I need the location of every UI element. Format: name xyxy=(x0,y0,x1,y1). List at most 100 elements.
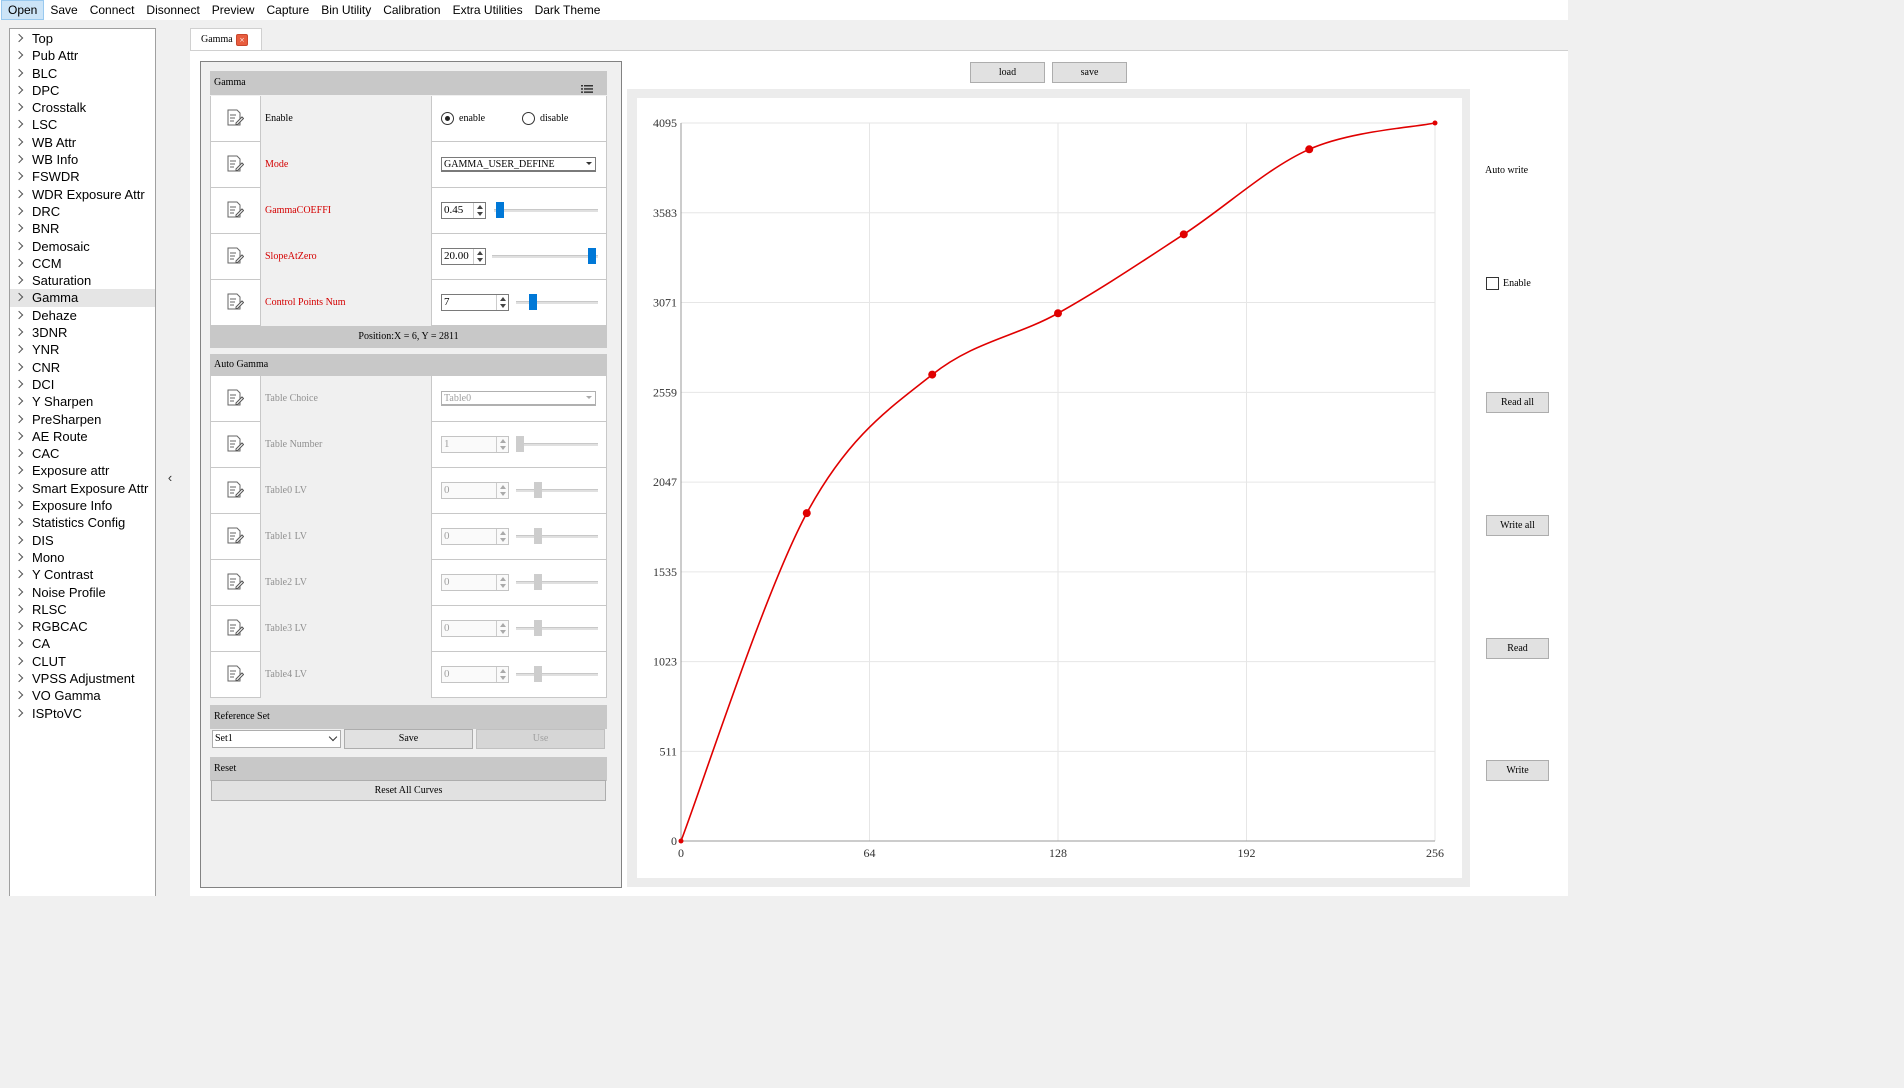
auto-write-enable-checkbox[interactable] xyxy=(1486,277,1499,290)
sidebar-item-rlsc[interactable]: RLSC xyxy=(10,601,155,618)
table-lv-spinbox[interactable]: 0 xyxy=(441,620,509,637)
chevron-right-icon[interactable] xyxy=(14,466,24,475)
table-lv-slider-handle[interactable] xyxy=(534,482,542,498)
menu-item-disonnect[interactable]: Disonnect xyxy=(140,0,205,20)
spin-arrows-icon[interactable] xyxy=(496,575,508,590)
reference-save-button[interactable]: Save xyxy=(344,729,473,749)
menu-item-bin-utility[interactable]: Bin Utility xyxy=(315,0,377,20)
control-point[interactable] xyxy=(928,370,937,379)
chevron-right-icon[interactable] xyxy=(14,206,24,216)
chevron-right-icon[interactable] xyxy=(14,448,24,458)
reference-set-select[interactable]: Set1 xyxy=(212,730,341,748)
control-point[interactable] xyxy=(1054,309,1062,318)
slope-slider-track[interactable] xyxy=(492,255,598,258)
sidebar-item-crosstalk[interactable]: Crosstalk xyxy=(10,99,155,116)
sidebar-item-top[interactable]: Top xyxy=(10,30,155,47)
edit-icon[interactable] xyxy=(211,514,261,560)
sidebar-item-cac[interactable]: CAC xyxy=(10,445,155,462)
sidebar-item-bnr[interactable]: BNR xyxy=(10,220,155,237)
chevron-right-icon[interactable] xyxy=(14,137,24,147)
chevron-right-icon[interactable] xyxy=(14,345,24,354)
menu-item-save[interactable]: Save xyxy=(44,0,83,20)
edit-icon[interactable] xyxy=(211,376,261,422)
chevron-right-icon[interactable] xyxy=(14,241,24,250)
slope-spinbox[interactable]: 20.00 xyxy=(441,248,486,265)
edit-icon[interactable] xyxy=(211,652,261,698)
edit-icon[interactable] xyxy=(211,142,261,188)
chevron-right-icon[interactable] xyxy=(14,639,24,648)
edit-icon[interactable] xyxy=(211,234,261,280)
chevron-right-icon[interactable] xyxy=(14,621,24,631)
chevron-right-icon[interactable] xyxy=(14,500,24,510)
collapse-sidebar-icon[interactable]: ‹ xyxy=(164,470,176,485)
edit-icon[interactable] xyxy=(211,606,261,652)
cpnum-slider-handle[interactable] xyxy=(529,294,537,310)
menu-item-capture[interactable]: Capture xyxy=(260,0,315,20)
chevron-right-icon[interactable] xyxy=(14,85,24,95)
menu-item-open[interactable]: Open xyxy=(1,0,45,20)
sidebar-item-ca[interactable]: CA xyxy=(10,635,155,652)
menu-item-dark-theme[interactable]: Dark Theme xyxy=(529,0,607,20)
coeff-slider-handle[interactable] xyxy=(496,202,504,218)
chevron-right-icon[interactable] xyxy=(14,172,24,181)
sidebar-item-rgbcac[interactable]: RGBCAC xyxy=(10,618,155,635)
sidebar-item-y-contrast[interactable]: Y Contrast xyxy=(10,566,155,583)
sidebar-item-blc[interactable]: BLC xyxy=(10,65,155,82)
sidebar-item-wb-attr[interactable]: WB Attr xyxy=(10,134,155,151)
table-lv-slider-handle[interactable] xyxy=(534,666,542,682)
write-all-button[interactable]: Write all xyxy=(1486,515,1549,536)
table-lv-slider-track[interactable] xyxy=(516,673,598,676)
mode-dropdown[interactable]: GAMMA_USER_DEFINE xyxy=(441,157,596,172)
table-number-spinbox[interactable]: 1 xyxy=(441,436,509,453)
control-point[interactable] xyxy=(1305,145,1314,154)
menu-item-calibration[interactable]: Calibration xyxy=(377,0,446,20)
sidebar-item-gamma[interactable]: Gamma xyxy=(10,289,155,307)
spin-arrows-icon[interactable] xyxy=(496,529,508,544)
chevron-right-icon[interactable] xyxy=(14,483,24,492)
chevron-right-icon[interactable] xyxy=(14,275,24,285)
chevron-right-icon[interactable] xyxy=(14,708,24,717)
spin-arrows-icon[interactable] xyxy=(496,295,508,310)
coeff-spinbox[interactable]: 0.45 xyxy=(441,202,486,219)
spin-arrows-icon[interactable] xyxy=(496,483,508,498)
sidebar-item-vo-gamma[interactable]: VO Gamma xyxy=(10,687,155,704)
chevron-right-icon[interactable] xyxy=(14,258,24,268)
disable-radio[interactable] xyxy=(522,112,535,125)
table-lv-slider-track[interactable] xyxy=(516,535,598,538)
chevron-right-icon[interactable] xyxy=(14,224,24,233)
sidebar-item-lsc[interactable]: LSC xyxy=(10,116,155,133)
control-point[interactable] xyxy=(678,838,684,844)
load-button[interactable]: load xyxy=(970,62,1045,83)
table-lv-spinbox[interactable]: 0 xyxy=(441,666,509,683)
edit-icon[interactable] xyxy=(211,560,261,606)
table-lv-slider-handle[interactable] xyxy=(534,574,542,590)
table-number-slider-handle[interactable] xyxy=(516,436,524,452)
chevron-right-icon[interactable] xyxy=(14,189,24,198)
menu-item-preview[interactable]: Preview xyxy=(206,0,261,20)
chevron-right-icon[interactable] xyxy=(14,362,24,371)
sidebar-item-drc[interactable]: DRC xyxy=(10,203,155,220)
reset-all-curves-button[interactable]: Reset All Curves xyxy=(211,780,606,801)
table-choice-dropdown[interactable]: Table0 xyxy=(441,391,596,406)
sidebar-item-dpc[interactable]: DPC xyxy=(10,82,155,99)
chevron-right-icon[interactable] xyxy=(14,535,24,544)
edit-icon[interactable] xyxy=(211,96,261,142)
table-lv-slider-track[interactable] xyxy=(516,581,598,584)
sidebar-item-wdr-exposure-attr[interactable]: WDR Exposure Attr xyxy=(10,186,155,203)
menu-item-connect[interactable]: Connect xyxy=(84,0,141,20)
reference-use-button[interactable]: Use xyxy=(476,729,605,749)
chevron-right-icon[interactable] xyxy=(14,587,24,596)
sidebar-item-smart-exposure-attr[interactable]: Smart Exposure Attr xyxy=(10,480,155,497)
save-curve-button[interactable]: save xyxy=(1052,62,1127,83)
sidebar-item-ae-route[interactable]: AE Route xyxy=(10,428,155,445)
sidebar-item-mono[interactable]: Mono xyxy=(10,549,155,566)
close-tab-icon[interactable]: × xyxy=(236,34,248,46)
table-lv-spinbox[interactable]: 0 xyxy=(441,528,509,545)
sidebar-item-noise-profile[interactable]: Noise Profile xyxy=(10,584,155,601)
edit-icon[interactable] xyxy=(211,468,261,514)
control-point[interactable] xyxy=(1432,120,1438,126)
control-point[interactable] xyxy=(802,509,811,518)
chevron-right-icon[interactable] xyxy=(14,327,24,337)
chevron-right-icon[interactable] xyxy=(14,120,24,129)
spin-arrows-icon[interactable] xyxy=(473,249,485,264)
